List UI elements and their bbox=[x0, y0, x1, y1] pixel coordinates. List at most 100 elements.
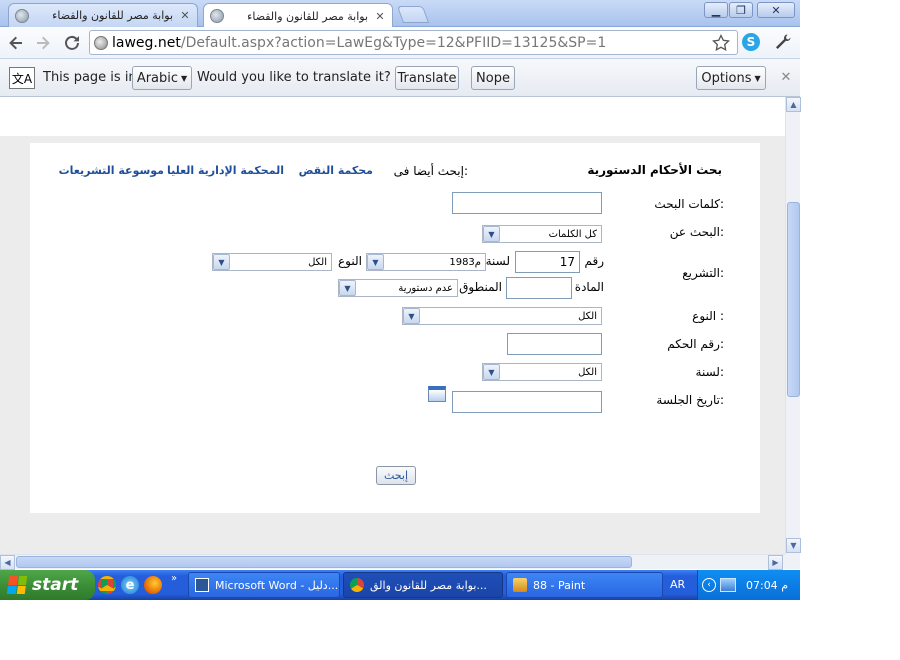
internet-explorer-icon[interactable]: e bbox=[121, 576, 139, 594]
chevron-down-icon: ▼ bbox=[483, 226, 500, 242]
keywords-input[interactable] bbox=[452, 192, 602, 214]
clock[interactable]: 07:04 م bbox=[746, 579, 788, 592]
url-text[interactable]: laweg.net/Default.aspx?action=LawEg&Type… bbox=[112, 35, 606, 51]
taskbar-item-label: 88 - Paint bbox=[533, 578, 586, 592]
wrench-icon[interactable] bbox=[774, 33, 792, 51]
network-icon[interactable] bbox=[720, 578, 736, 592]
session-date-input[interactable] bbox=[452, 391, 602, 413]
forward-icon[interactable] bbox=[32, 32, 54, 54]
pronouncement-select[interactable]: ▼ عدم دستورية bbox=[338, 279, 458, 297]
legislation-year-select[interactable]: ▼ 1983م bbox=[366, 253, 486, 271]
also-search-label: إبحث أيضا فى: bbox=[393, 164, 468, 178]
restore-button[interactable]: ❐ bbox=[729, 2, 753, 18]
quicklaunch-expand-icon[interactable]: » bbox=[171, 573, 177, 584]
ruling-year-select[interactable]: ▼ الكل bbox=[482, 363, 602, 381]
chevron-down-icon: ▼ bbox=[403, 308, 420, 324]
chevron-down-icon: ▼ bbox=[213, 254, 230, 270]
page-title: بحث الأحكام الدستورية bbox=[587, 163, 722, 177]
type-value: الكل bbox=[578, 310, 597, 322]
browser-tab-2[interactable]: بوابة مصر للقانون والقضاء ✕ bbox=[203, 3, 393, 28]
taskbar-item-word[interactable]: Microsoft Word - دليل... bbox=[188, 572, 340, 598]
word-icon bbox=[195, 578, 209, 592]
browser-tab-1[interactable]: بوابة مصر للقانون والقضاء ✕ bbox=[8, 3, 198, 27]
article-input[interactable] bbox=[506, 277, 572, 299]
chevron-down-icon: ▼ bbox=[483, 364, 500, 380]
options-button[interactable]: Options ▼ bbox=[696, 66, 766, 90]
ruling-number-label: رقم الحكم: bbox=[667, 337, 724, 351]
tray-expand-icon[interactable]: ‹ bbox=[702, 578, 716, 592]
translate-infobar: 文A This page is in Arabic ▼ Would you lik… bbox=[0, 59, 800, 97]
legislation-label: التشريع: bbox=[682, 266, 724, 280]
nope-button[interactable]: Nope bbox=[471, 66, 515, 90]
windows-taskbar: start e » Microsoft Word - دليل... بوابة… bbox=[0, 570, 800, 600]
tab-close-icon[interactable]: ✕ bbox=[179, 9, 191, 22]
chevron-down-icon: ▼ bbox=[339, 280, 356, 296]
globe-icon bbox=[15, 8, 29, 23]
pronouncement-value: عدم دستورية bbox=[398, 282, 453, 294]
number-label: رقم bbox=[584, 254, 604, 268]
type-inline-label: النوع bbox=[338, 254, 362, 268]
ruling-number-input[interactable] bbox=[507, 333, 602, 355]
calendar-icon[interactable] bbox=[428, 386, 446, 402]
language-indicator[interactable]: AR bbox=[670, 578, 685, 591]
close-window-button[interactable]: ✕ bbox=[757, 2, 795, 18]
taskbar-item-paint[interactable]: 88 - Paint bbox=[506, 572, 663, 598]
legislation-year-value: 1983م bbox=[449, 256, 481, 268]
reload-icon[interactable] bbox=[61, 32, 83, 54]
session-date-label: تاريخ الجلسة: bbox=[656, 393, 724, 407]
address-bar[interactable]: laweg.net/Default.aspx?action=LawEg&Type… bbox=[89, 30, 738, 55]
browser-toolbar: laweg.net/Default.aspx?action=LawEg&Type… bbox=[0, 27, 800, 59]
search-for-value: كل الكلمات bbox=[548, 228, 597, 240]
translate-question: Would you like to translate it? bbox=[197, 70, 391, 85]
type-select[interactable]: ▼ الكل bbox=[402, 307, 602, 325]
infobar-close-icon[interactable]: ✕ bbox=[779, 70, 793, 85]
tab-title: بوابة مصر للقانون والقضاء bbox=[52, 9, 173, 22]
link-supreme-admin-court[interactable]: المحكمة الإدارية العليا bbox=[167, 164, 284, 177]
options-label: Options bbox=[701, 70, 752, 86]
scroll-down-icon[interactable]: ▼ bbox=[786, 538, 801, 553]
link-legislation-encyclopedia[interactable]: موسوعة التشريعات bbox=[59, 164, 164, 177]
search-button[interactable]: إبحث bbox=[376, 466, 416, 485]
firefox-icon[interactable] bbox=[144, 576, 162, 594]
globe-icon bbox=[210, 9, 224, 23]
system-tray: ‹ 07:04 م bbox=[697, 570, 800, 600]
back-icon[interactable] bbox=[5, 32, 27, 54]
globe-icon bbox=[94, 35, 108, 50]
search-for-label: البحث عن: bbox=[669, 225, 724, 239]
title-bar: بوابة مصر للقانون والقضاء ✕ بوابة مصر لل… bbox=[0, 0, 800, 28]
link-cassation-court[interactable]: محكمة النقض bbox=[299, 164, 373, 177]
translate-prefix: This page is in bbox=[43, 70, 137, 85]
scroll-up-icon[interactable]: ▲ bbox=[786, 97, 801, 112]
language-select[interactable]: Arabic ▼ bbox=[132, 66, 192, 90]
horizontal-scroll-thumb[interactable] bbox=[16, 556, 632, 568]
new-tab-button[interactable] bbox=[396, 6, 430, 23]
keywords-label: كلمات البحث: bbox=[654, 197, 724, 211]
url-host: laweg.net bbox=[112, 34, 181, 51]
translate-button[interactable]: Translate bbox=[395, 66, 459, 90]
year-label: لسنة bbox=[485, 254, 510, 268]
vertical-scrollbar[interactable]: ▲ ▼ bbox=[785, 97, 801, 554]
skype-icon[interactable]: S bbox=[742, 33, 760, 51]
search-for-select[interactable]: ▼ كل الكلمات bbox=[482, 225, 602, 243]
taskbar-item-chrome[interactable]: بوابة مصر للقانون والق... bbox=[343, 572, 503, 598]
start-button[interactable]: start bbox=[0, 570, 95, 600]
language-value: Arabic bbox=[136, 70, 179, 86]
tab-close-icon[interactable]: ✕ bbox=[374, 10, 386, 23]
scrollbar-corner bbox=[785, 554, 800, 569]
minimize-button[interactable]: ▁ bbox=[704, 2, 728, 18]
paint-icon bbox=[513, 578, 527, 592]
ruling-year-value: الكل bbox=[578, 366, 597, 378]
chrome-icon[interactable] bbox=[98, 576, 116, 594]
scroll-right-icon[interactable]: ▶ bbox=[768, 555, 783, 570]
legislation-number-input[interactable]: 17 bbox=[515, 251, 580, 273]
start-label: start bbox=[32, 575, 79, 595]
vertical-scroll-thumb[interactable] bbox=[787, 202, 800, 397]
legislation-type-select[interactable]: ▼ الكل bbox=[212, 253, 332, 271]
windows-logo-icon bbox=[6, 576, 28, 594]
star-icon[interactable] bbox=[712, 34, 730, 52]
scroll-left-icon[interactable]: ◀ bbox=[0, 555, 15, 570]
horizontal-scrollbar[interactable]: ◀ ▶ bbox=[0, 554, 785, 570]
taskbar-item-label: Microsoft Word - دليل... bbox=[215, 578, 339, 592]
chevron-down-icon: ▼ bbox=[754, 73, 761, 83]
type-label: النوع : bbox=[692, 309, 724, 323]
